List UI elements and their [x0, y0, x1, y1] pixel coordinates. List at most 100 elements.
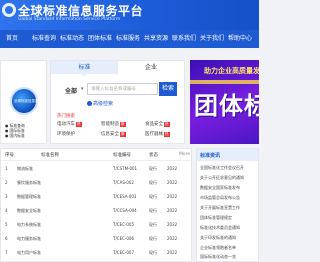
news-panel: 标准资讯 全国标准化工作会议召开 关于公开征求意见的通知 数据安全国家标准发布 … [196, 148, 259, 262]
search-button[interactable]: 检索 [159, 82, 177, 96]
table-row[interactable]: 5 电力系统标准 T/CEC-005 现行 2022 [1, 221, 191, 229]
news-item[interactable]: 全国标准化工作会议召开 [200, 165, 258, 171]
news-item[interactable]: 团体标准管理规定 [200, 215, 258, 221]
cell-date: 2022 [167, 180, 178, 185]
banner-stripe [190, 80, 259, 84]
news-item[interactable]: 国际标准化动态一览 [200, 254, 258, 260]
search-input[interactable]: 请输入标准名称或编号 [87, 83, 158, 95]
cell-index: 1 [5, 166, 8, 171]
column-header: 标准编号 [113, 153, 131, 158]
cell-name[interactable]: 电力用户标准 [17, 249, 111, 257]
cell-code: T/CSTM-001 [113, 166, 138, 171]
standards-table: 序号 标准名称 标准编号 状态 More 1 物流标准 T/CSTM-001 现… [0, 148, 192, 262]
chevron-down-icon[interactable]: ▾ [81, 86, 84, 92]
avatar: 全球标准信息服务平台 [10, 87, 38, 115]
news-item[interactable]: 关于公开征求意见的通知 [200, 175, 258, 181]
nav-item-service[interactable]: 标准服务 [116, 30, 140, 48]
news-item[interactable]: 关于开展标准宣贯工作 [200, 205, 258, 211]
news-item[interactable]: 关于印发标准的通知 [200, 235, 258, 241]
cell-index: 2 [5, 180, 8, 185]
table-row[interactable]: 1 物流标准 T/CSTM-001 现行 2022 [1, 165, 191, 173]
main-nav: 首页 标准查询 标准动态 团体标准 标准服务 共享资源 联系我们 关于我们 帮助… [0, 30, 259, 48]
hot-search-label: 热门搜索 [57, 114, 75, 119]
nav-item-news[interactable]: 标准动态 [60, 30, 84, 48]
cell-status: 现行 [149, 208, 157, 213]
hot-item[interactable]: 食品安全热 [145, 121, 170, 127]
cell-code: T/CEC-006 [113, 236, 134, 241]
news-title: 标准资讯 [200, 153, 221, 159]
cell-name[interactable]: 电力服务标准 [17, 235, 111, 243]
cell-code: T/CESA-003 [113, 194, 137, 199]
filter-icon [87, 101, 92, 106]
cell-date: 2022 [167, 236, 178, 241]
news-item[interactable]: 市场监管总局发布公告 [200, 195, 258, 201]
search-placeholder: 请输入标准名称或编号 [91, 87, 136, 92]
nav-item-about[interactable]: 关于我们 [200, 30, 224, 48]
hot-item[interactable]: 智能制造新 [101, 121, 126, 127]
table-row[interactable]: 6 电力服务标准 T/CEC-006 现行 2022 [1, 235, 191, 243]
hot-badge: 热 [164, 132, 170, 137]
news-item[interactable]: 数据安全国家标准发布 [200, 185, 258, 191]
banner-tagline: 助力企业高质量发展 [204, 67, 259, 75]
site-header: 全球标准信息服务平台 Global Standard Information S… [0, 0, 259, 30]
table-row[interactable]: 7 电力用户标准 T/CEC-007 现行 2022 [1, 249, 191, 257]
cell-status: 现行 [149, 166, 157, 171]
cell-name[interactable]: 数据管理标准 [17, 193, 111, 201]
hot-item[interactable]: 环境保护 [57, 131, 75, 137]
advanced-search-label: 高级检索 [93, 101, 114, 107]
hot-row: 环境保护 信息安全新 医疗器械热 [57, 131, 182, 139]
cell-date: 2022 [167, 208, 178, 213]
search-scope[interactable]: 全部 [65, 86, 77, 95]
hot-item[interactable]: 电动汽车热 [57, 121, 82, 127]
cell-name[interactable]: 餐饮服务标准 [17, 179, 111, 187]
table-row[interactable]: 2 餐饮服务标准 T/CAS-002 现行 2022 [1, 179, 191, 187]
hot-item[interactable]: 医疗器械热 [145, 131, 170, 137]
cell-index: 3 [5, 194, 8, 199]
nav-item-resources[interactable]: 共享资源 [144, 30, 168, 48]
tab-enterprise[interactable]: 企业 [118, 61, 184, 74]
column-header: 序号 [5, 153, 14, 158]
column-header: 状态 [149, 153, 158, 158]
promo-banner[interactable]: 助力企业高质量发展 团体标 [190, 60, 259, 144]
cell-index: 4 [5, 208, 8, 213]
cell-date: 2022 [167, 250, 178, 255]
nav-item-standards[interactable]: 标准查询 [32, 30, 56, 48]
cell-name[interactable]: 电力系统标准 [17, 221, 111, 229]
nav-item-home[interactable]: 首页 [6, 30, 18, 48]
hot-item[interactable]: 信息安全新 [101, 131, 126, 137]
nav-item-contact[interactable]: 联系我们 [172, 30, 196, 48]
table-row[interactable]: 3 数据管理标准 T/CESA-003 现行 2022 [1, 193, 191, 201]
more-link[interactable]: More [179, 152, 190, 157]
news-item[interactable]: 标准化技术委员会通知 [200, 225, 258, 231]
cell-name[interactable]: 物流标准 [17, 165, 111, 173]
advanced-search-link[interactable]: 高级检索 [87, 100, 113, 107]
nav-item-group[interactable]: 团体标准 [88, 30, 112, 48]
cell-date: 2022 [167, 222, 178, 227]
cell-index: 6 [5, 236, 8, 241]
hot-badge: 热 [76, 122, 82, 127]
search-tabs: 标准 企业 [51, 61, 184, 77]
cell-status: 现行 [149, 222, 157, 227]
table-row[interactable]: 4 数据安全标准 T/CCSA-004 现行 2022 [1, 207, 191, 215]
hot-row: 电动汽车热 智能制造新 食品安全热 [57, 121, 182, 129]
cell-code: T/CCSA-004 [113, 208, 137, 213]
tab-standards[interactable]: 标准 [51, 61, 118, 77]
new-badge: 新 [120, 132, 126, 137]
banner-headline: 团体标 [194, 92, 259, 120]
cell-status: 现行 [149, 194, 157, 199]
profile-line[interactable]: ● 国内标准 [5, 133, 45, 138]
cell-status: 现行 [149, 180, 157, 185]
cell-name[interactable]: 数据安全标准 [17, 207, 111, 215]
cell-index: 5 [5, 222, 8, 227]
cell-code: T/CEC-007 [113, 250, 134, 255]
cell-code: T/CAS-002 [113, 180, 134, 185]
cell-status: 现行 [149, 236, 157, 241]
cell-date: 2022 [167, 194, 178, 199]
column-header: 标准名称 [41, 153, 59, 158]
nav-item-help[interactable]: 帮助中心 [228, 30, 252, 48]
avatar-text: 全球标准信息服务平台 [14, 99, 38, 103]
news-item[interactable]: 企业标准领跑者名单 [200, 245, 258, 251]
logo-icon[interactable] [2, 3, 16, 17]
profile-card: 全球标准信息服务平台 ● 标准查询 ● 国际标准 ● 国内标准 [0, 60, 47, 144]
cell-status: 现行 [149, 250, 157, 255]
